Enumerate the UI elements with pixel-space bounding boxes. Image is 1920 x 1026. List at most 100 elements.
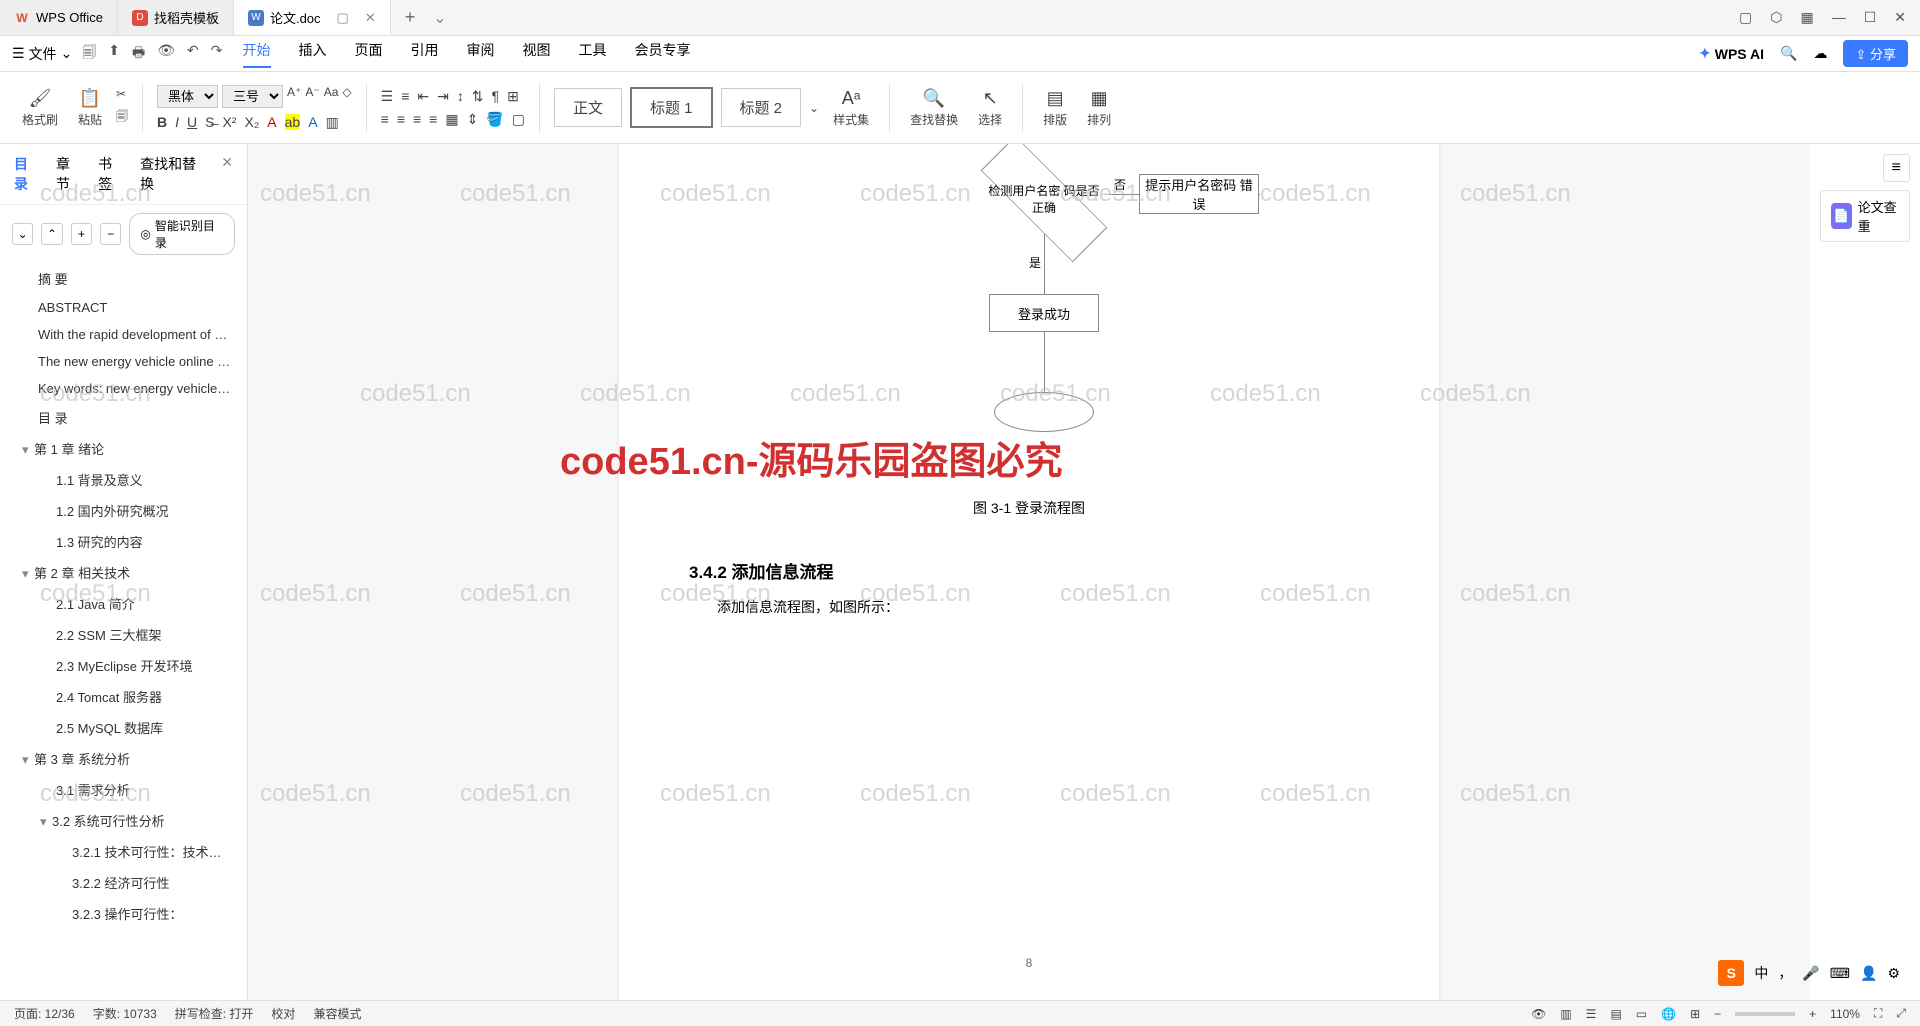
zoom-slider[interactable] — [1735, 1012, 1795, 1016]
status-page[interactable]: 页面: 12/36 — [14, 1005, 75, 1022]
close-icon[interactable]: ✕ — [1894, 9, 1906, 26]
undo-icon[interactable]: ↶ — [187, 42, 199, 66]
indent-icon[interactable]: ⇥ — [437, 88, 449, 105]
print-icon[interactable]: 🖶 — [132, 42, 145, 66]
preview-icon[interactable]: 👁 — [157, 42, 175, 66]
avatar-icon[interactable]: ▦ — [1800, 9, 1813, 26]
restore-icon[interactable]: ▢ — [1739, 9, 1752, 26]
view-eye-icon[interactable]: 👁 — [1531, 1007, 1546, 1021]
menu-view[interactable]: 视图 — [523, 40, 551, 68]
menu-page[interactable]: 页面 — [355, 40, 383, 68]
font-shrink-icon[interactable]: A⁻ — [305, 85, 319, 108]
nav-close-icon[interactable]: ✕ — [221, 154, 233, 194]
subscript-icon[interactable]: X₂ — [245, 114, 260, 130]
toc-item[interactable]: 1.3 研究的内容 — [0, 526, 247, 557]
toc-item[interactable]: The new energy vehicle online re… — [0, 348, 247, 375]
nav-tab-chapter[interactable]: 章节 — [56, 154, 82, 194]
align-left-icon[interactable]: ≡ — [381, 111, 389, 127]
nav-tab-find[interactable]: 查找和替换 — [140, 154, 205, 194]
view-page-icon[interactable]: ▥ — [1560, 1007, 1571, 1021]
tabs-icon[interactable]: ⊞ — [507, 88, 519, 105]
spacing-icon[interactable]: ↕ — [457, 88, 464, 104]
view-read-icon[interactable]: ▭ — [1636, 1007, 1647, 1021]
zoom-out-icon[interactable]: − — [1714, 1007, 1721, 1021]
show-marks-icon[interactable]: ¶ — [492, 88, 500, 104]
wps-ai-button[interactable]: ✦ WPS AI — [1699, 45, 1764, 62]
find-replace-group[interactable]: 🔍 查找替换 — [904, 88, 964, 128]
style-heading1[interactable]: 标题 1 — [630, 87, 713, 128]
paper-check-button[interactable]: 📄 论文查重 — [1820, 190, 1910, 242]
bold-icon[interactable]: B — [157, 114, 167, 130]
border-icon[interactable]: ▢ — [512, 111, 525, 128]
menu-reference[interactable]: 引用 — [411, 40, 439, 68]
view-outline-icon[interactable]: ☰ — [1586, 1007, 1597, 1021]
zoom-label[interactable]: 110% — [1830, 1007, 1860, 1021]
nav-tab-toc[interactable]: 目录 — [14, 154, 40, 194]
collapse-panel-icon[interactable]: ≡ — [1883, 154, 1910, 182]
save-icon[interactable]: 🗐 — [82, 42, 96, 66]
toc-item[interactable]: ABSTRACT — [0, 294, 247, 321]
zoom-in-icon[interactable]: + — [1809, 1007, 1816, 1021]
format-brush-group[interactable]: 🖌 格式刷 — [16, 88, 64, 128]
superscript-icon[interactable]: X² — [223, 114, 237, 130]
new-tab-button[interactable]: + — [391, 7, 430, 28]
toc-item[interactable]: ▾第 1 章 绪论 — [0, 433, 247, 464]
strike-icon[interactable]: S̶ — [205, 114, 214, 130]
number-list-icon[interactable]: ≡ — [401, 88, 409, 104]
line-space-icon[interactable]: ⇕ — [467, 111, 479, 128]
toc-item[interactable]: 1.2 国内外研究概况 — [0, 495, 247, 526]
font-color-icon[interactable]: A — [267, 114, 276, 130]
ime-mode[interactable]: 中 — [1754, 963, 1768, 983]
ime-punct-icon[interactable]: ， — [1778, 963, 1792, 983]
toc-item[interactable]: 3.2.2 经济可行性 — [0, 867, 247, 898]
search-icon[interactable]: 🔍 — [1780, 45, 1797, 62]
nav-tab-bookmark[interactable]: 书签 — [98, 154, 124, 194]
ime-keyboard-icon[interactable]: ⌨ — [1830, 965, 1850, 982]
tab-window-icon[interactable]: ▢ — [337, 10, 349, 26]
tab-document[interactable]: W 论文.doc ▢ ✕ — [234, 0, 391, 35]
style-heading2[interactable]: 标题 2 — [721, 88, 802, 127]
align-center-icon[interactable]: ≡ — [397, 111, 405, 127]
minimize-icon[interactable]: — — [1832, 9, 1846, 26]
document-viewport[interactable]: 检测用户名密 码是否正确 提示用户名密码 错误 否 是 登录成功 — [248, 144, 1810, 1000]
view-grid-icon[interactable]: ⊞ — [1690, 1007, 1700, 1021]
toc-item[interactable]: 2.1 Java 简介 — [0, 588, 247, 619]
toc-item[interactable]: 1.1 背景及意义 — [0, 464, 247, 495]
tab-close-icon[interactable]: ✕ — [365, 10, 376, 26]
layout-group[interactable]: ▤ 排版 — [1037, 88, 1073, 128]
redo-icon[interactable]: ↷ — [211, 42, 223, 66]
sort-icon[interactable]: ⇅ — [472, 88, 484, 105]
tab-dropdown-icon[interactable]: ⌄ — [433, 8, 446, 28]
menu-member[interactable]: 会员专享 — [635, 40, 691, 68]
align-right-icon[interactable]: ≡ — [413, 111, 421, 127]
export-icon[interactable]: ⬆ — [108, 42, 120, 66]
view-globe-icon[interactable]: 🌐 — [1661, 1007, 1676, 1021]
outdent-icon[interactable]: ⇤ — [417, 88, 429, 105]
collapse-icon[interactable]: ⌄ — [12, 223, 33, 245]
toc-item[interactable]: ▾第 3 章 系统分析 — [0, 743, 247, 774]
tab-docer[interactable]: D 找稻壳模板 — [118, 0, 234, 35]
fit-icon[interactable]: ⛶ — [1874, 1006, 1882, 1021]
style-body[interactable]: 正文 — [554, 88, 622, 127]
font-family-select[interactable]: 黑体 — [157, 85, 218, 108]
toc-item[interactable]: 2.3 MyEclipse 开发环境 — [0, 650, 247, 681]
fullscreen-icon[interactable]: ⤢ — [1896, 1006, 1906, 1021]
expand-icon[interactable]: ⌃ — [41, 223, 62, 245]
ime-mic-icon[interactable]: 🎤 — [1802, 965, 1819, 982]
toc-item[interactable]: 3.1 需求分析 — [0, 774, 247, 805]
underline-icon[interactable]: U — [187, 114, 197, 130]
status-words[interactable]: 字数: 10733 — [93, 1005, 157, 1022]
toc-item[interactable]: 目 录 — [0, 402, 247, 433]
case-icon[interactable]: Aa — [324, 85, 339, 108]
menu-insert[interactable]: 插入 — [299, 40, 327, 68]
cloud-icon[interactable]: ☁ — [1813, 45, 1827, 62]
toc-item[interactable]: 2.4 Tomcat 服务器 — [0, 681, 247, 712]
font-color2-icon[interactable]: A — [308, 114, 317, 130]
toc-item[interactable]: 2.2 SSM 三大框架 — [0, 619, 247, 650]
ime-person-icon[interactable]: 👤 — [1860, 965, 1877, 982]
toc-item[interactable]: 2.5 MySQL 数据库 — [0, 712, 247, 743]
bullet-list-icon[interactable]: ☰ — [381, 88, 394, 105]
italic-icon[interactable]: I — [175, 114, 179, 130]
arrange-group[interactable]: ▦ 排列 — [1081, 88, 1117, 128]
menu-review[interactable]: 审阅 — [467, 40, 495, 68]
